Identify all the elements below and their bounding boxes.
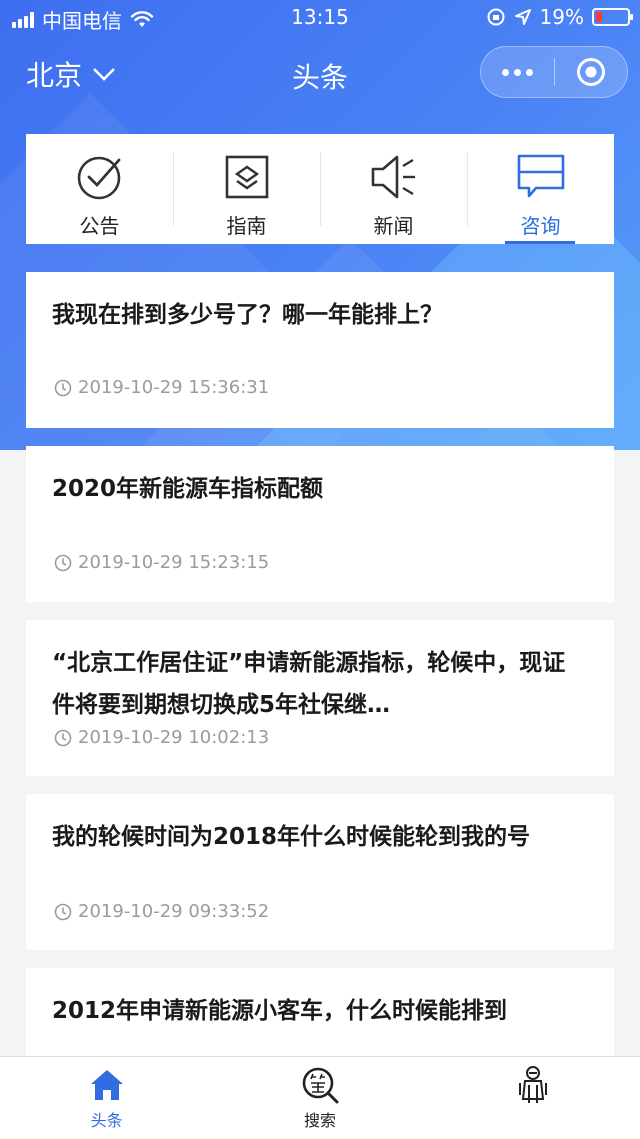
post-meta: 2019-10-29 15:36:31 bbox=[54, 377, 269, 398]
tabbar-item-assistant[interactable] bbox=[427, 1057, 640, 1139]
post-card[interactable]: 我的轮候时间为2018年什么时候能轮到我的号 2019-10-29 09:33:… bbox=[26, 794, 614, 950]
mini-program-capsule bbox=[480, 46, 628, 98]
tab-news[interactable]: 新闻 bbox=[320, 134, 467, 244]
post-card[interactable]: “北京工作居住证”申请新能源指标，轮候中，现证件将要到期想切换成5年社保继… 2… bbox=[26, 620, 614, 776]
close-button[interactable] bbox=[555, 56, 627, 88]
tab-guide[interactable]: 指南 bbox=[173, 134, 320, 244]
clock-icon bbox=[54, 379, 72, 396]
post-title: 我现在排到多少号了？哪一年能排上？ bbox=[52, 302, 443, 328]
post-title: 2012年申请新能源小客车，什么时候能排到 bbox=[52, 998, 508, 1024]
tabbar-item-search[interactable]: 搜索 bbox=[213, 1057, 426, 1139]
layers-icon bbox=[225, 155, 268, 199]
post-time: 2019-10-29 15:23:15 bbox=[78, 552, 270, 573]
post-meta: 2019-10-29 09:33:52 bbox=[54, 901, 269, 922]
post-title: 我的轮候时间为2018年什么时候能轮到我的号 bbox=[52, 824, 531, 850]
speaker-icon bbox=[371, 155, 415, 199]
post-card[interactable]: 2012年申请新能源小客车，什么时候能排到 bbox=[26, 968, 614, 1056]
tabbar-item-headlines[interactable]: 头条 bbox=[0, 1057, 213, 1139]
target-icon bbox=[576, 58, 605, 86]
tab-label: 公告 bbox=[79, 214, 120, 238]
chat-icon bbox=[517, 154, 564, 198]
location-icon bbox=[514, 9, 531, 25]
post-meta: 2019-10-29 10:02:13 bbox=[54, 727, 269, 748]
tab-consult[interactable]: 咨询 bbox=[467, 134, 614, 244]
post-title: 2020年新能源车指标配额 bbox=[52, 476, 324, 502]
rotation-lock-icon bbox=[487, 8, 505, 26]
active-tab-indicator bbox=[505, 241, 575, 244]
clock-icon bbox=[54, 554, 72, 571]
tab-label: 指南 bbox=[226, 214, 267, 238]
tab-label: 咨询 bbox=[520, 214, 561, 238]
home-icon bbox=[90, 1070, 123, 1100]
nav-bar: 北京 头条 bbox=[0, 40, 640, 106]
clock-icon bbox=[54, 903, 72, 920]
status-bar: 中国电信 13:15 19% bbox=[0, 0, 640, 36]
clock-icon bbox=[54, 729, 72, 746]
post-time: 2019-10-29 09:33:52 bbox=[78, 901, 270, 922]
post-time: 2019-10-29 10:02:13 bbox=[78, 727, 270, 748]
post-card[interactable]: 我现在排到多少号了？哪一年能排上？ 2019-10-29 15:36:31 bbox=[26, 272, 614, 428]
post-title: “北京工作居住证”申请新能源指标，轮候中，现证件将要到期想切换成5年社保继… bbox=[52, 650, 566, 718]
tabbar-label: 搜索 bbox=[303, 1111, 336, 1130]
post-card[interactable]: 2020年新能源车指标配额 2019-10-29 15:23:15 bbox=[26, 446, 614, 602]
tabbar-label: 头条 bbox=[90, 1111, 123, 1130]
battery-percent: 19% bbox=[539, 5, 584, 29]
check-circle-icon bbox=[77, 156, 120, 200]
battery-icon bbox=[592, 8, 633, 26]
bottom-tab-bar: 头条 搜索 bbox=[0, 1056, 640, 1139]
robot-icon bbox=[519, 1066, 548, 1103]
post-time: 2019-10-29 15:36:31 bbox=[78, 377, 270, 398]
post-meta: 2019-10-29 15:23:15 bbox=[54, 552, 269, 573]
tab-announcement[interactable]: 公告 bbox=[26, 134, 173, 244]
tab-label: 新闻 bbox=[373, 214, 414, 238]
more-button[interactable] bbox=[481, 68, 554, 76]
category-tabs: 公告 指南 新闻 咨询 bbox=[26, 134, 614, 244]
search-sign-icon bbox=[302, 1067, 339, 1104]
